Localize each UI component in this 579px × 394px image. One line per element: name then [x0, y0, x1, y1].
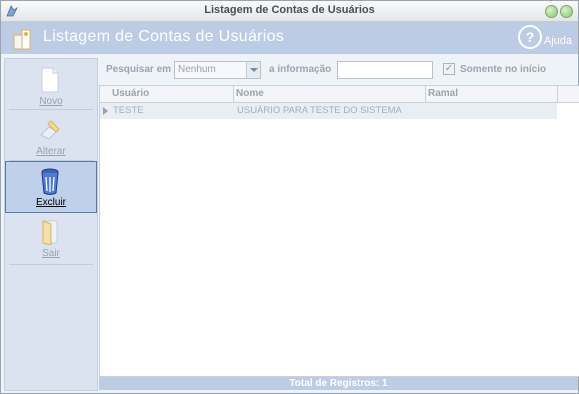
edit-button-label: Alterar	[36, 146, 66, 157]
edit-button[interactable]: Alterar	[6, 111, 96, 161]
help-button[interactable]: ? Ajuda	[512, 25, 572, 51]
search-field-value: Nenhum	[178, 64, 216, 75]
document-icon	[41, 67, 59, 93]
table-header: Usuário Nome Ramal	[100, 86, 579, 103]
only-start-label: Somente no início	[460, 64, 547, 75]
table-row[interactable]: TESTE USUÁRIO PARA TESTE DO SISTEMA	[100, 103, 557, 119]
only-start-checkbox[interactable]: ✓	[443, 63, 455, 75]
column-header-ramal[interactable]: Ramal	[428, 88, 458, 99]
users-icon	[13, 29, 31, 50]
main-panel: Pesquisar em Nenhum a informação ✓ Somen…	[99, 58, 579, 390]
trash-icon	[41, 168, 59, 195]
filter-bar: Pesquisar em Nenhum a informação ✓ Somen…	[99, 58, 578, 83]
column-header-nome[interactable]: Nome	[236, 88, 264, 99]
delete-button[interactable]: Excluir	[5, 161, 97, 213]
exit-button[interactable]: Sair	[6, 213, 96, 263]
cell-nome: USUÁRIO PARA TESTE DO SISTEMA	[237, 105, 402, 116]
main-window: Listagem de Contas de Usuários Listagem …	[0, 0, 579, 394]
close-button[interactable]	[560, 5, 573, 18]
help-label: Ajuda	[543, 35, 572, 47]
exit-door-icon	[42, 220, 58, 245]
new-button-label: Novo	[39, 96, 63, 107]
title-bar: Listagem de Contas de Usuários	[1, 1, 578, 22]
search-field-select[interactable]: Nenhum	[174, 61, 261, 79]
page-header: Listagem de Contas de Usuários ? Ajuda	[1, 22, 578, 54]
help-icon: ?	[518, 25, 542, 49]
column-divider	[557, 86, 558, 102]
cell-usuario: TESTE	[113, 105, 144, 116]
divider	[9, 264, 93, 265]
search-input[interactable]	[337, 61, 433, 79]
window-title: Listagem de Contas de Usuários	[204, 4, 375, 16]
minimize-button[interactable]	[545, 5, 558, 18]
info-label: a informação	[269, 64, 332, 75]
total-records-bar: Total de Registros: 1	[99, 377, 578, 390]
new-button[interactable]: Novo	[6, 61, 96, 111]
chevron-down-icon	[246, 62, 260, 78]
exit-button-label: Sair	[42, 248, 60, 259]
accounts-table: Usuário Nome Ramal TESTE USUÁRIO PARA TE…	[99, 85, 579, 377]
search-in-label: Pesquisar em	[106, 64, 172, 75]
row-indicator-icon	[103, 107, 108, 115]
page-title: Listagem de Contas de Usuários	[43, 28, 285, 45]
column-header-usuario[interactable]: Usuário	[112, 88, 149, 99]
column-divider	[425, 86, 426, 102]
edit-icon	[40, 120, 60, 140]
column-divider	[233, 86, 234, 102]
delete-button-label: Excluir	[35, 197, 66, 208]
action-sidebar: Novo Alterar Excluir Sair	[4, 58, 98, 391]
divider	[9, 109, 93, 110]
